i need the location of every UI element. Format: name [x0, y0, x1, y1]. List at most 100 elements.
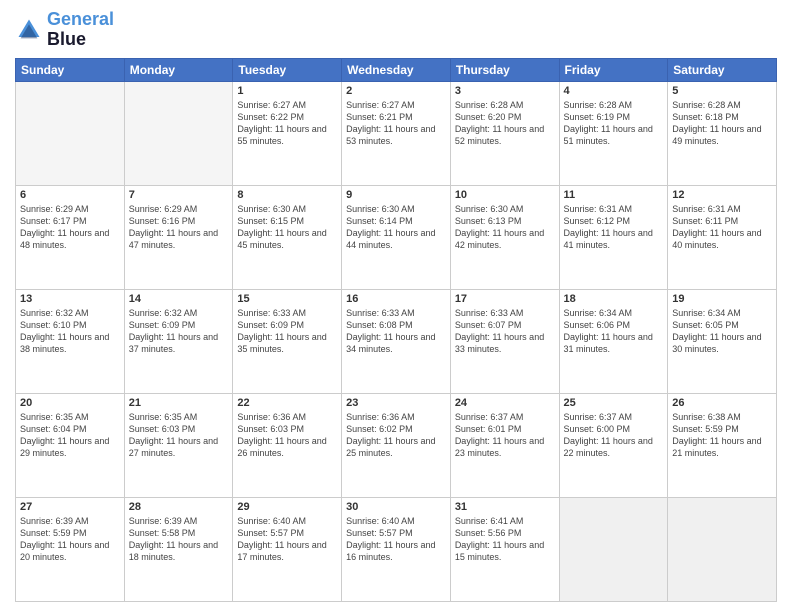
logo-text: General Blue [47, 10, 114, 50]
calendar-cell: 3 Sunrise: 6:28 AMSunset: 6:20 PMDaylight… [450, 81, 559, 185]
day-number: 8 [237, 189, 337, 201]
calendar-cell: 25 Sunrise: 6:37 AMSunset: 6:00 PMDayligh… [559, 393, 668, 497]
calendar-cell: 23Sunrise: 6:36 AMSunset: 6:02 PMDayligh… [342, 393, 451, 497]
day-number: 17 [455, 293, 555, 305]
calendar-cell: 16 Sunrise: 6:33 AMSunset: 6:08 PMDayligh… [342, 289, 451, 393]
day-info: Sunrise: 6:38 AMSunset: 5:59 PMDaylight:… [672, 411, 772, 460]
calendar-cell: 1Sunrise: 6:27 AMSunset: 6:22 PMDaylight… [233, 81, 342, 185]
calendar-cell [124, 81, 233, 185]
day-number: 31 [455, 501, 555, 513]
day-number: 13 [20, 293, 120, 305]
day-info: Sunrise: 6:37 AMSunset: 6:00 PMDaylight:… [564, 411, 664, 460]
day-number: 22 [237, 397, 337, 409]
calendar-week-3: 13 Sunrise: 6:32 AMSunset: 6:10 PMDayligh… [16, 289, 777, 393]
weekday-header-tuesday: Tuesday [233, 58, 342, 81]
day-number: 1 [237, 85, 337, 97]
calendar-cell: 12 Sunrise: 6:31 AMSunset: 6:11 PMDayligh… [668, 185, 777, 289]
day-number: 2 [346, 85, 446, 97]
day-number: 18 [564, 293, 664, 305]
day-info: Sunrise: 6:33 AMSunset: 6:07 PMDaylight:… [455, 307, 555, 356]
calendar-cell [668, 497, 777, 601]
day-info: Sunrise: 6:31 AMSunset: 6:11 PMDaylight:… [672, 203, 772, 252]
calendar-cell: 29 Sunrise: 6:40 AMSunset: 5:57 PMDayligh… [233, 497, 342, 601]
day-number: 29 [237, 501, 337, 513]
weekday-header-wednesday: Wednesday [342, 58, 451, 81]
day-number: 3 [455, 85, 555, 97]
calendar-cell: 19Sunrise: 6:34 AMSunset: 6:05 PMDayligh… [668, 289, 777, 393]
day-info: Sunrise: 6:37 AMSunset: 6:01 PMDaylight:… [455, 411, 555, 460]
calendar-cell: 10Sunrise: 6:30 AMSunset: 6:13 PMDayligh… [450, 185, 559, 289]
day-number: 27 [20, 501, 120, 513]
day-number: 14 [129, 293, 229, 305]
day-number: 28 [129, 501, 229, 513]
day-number: 15 [237, 293, 337, 305]
calendar-cell: 21 Sunrise: 6:35 AMSunset: 6:03 PMDayligh… [124, 393, 233, 497]
day-info: Sunrise: 6:28 AMSunset: 6:18 PMDaylight:… [672, 99, 772, 148]
calendar-cell: 13 Sunrise: 6:32 AMSunset: 6:10 PMDayligh… [16, 289, 125, 393]
calendar-cell: 6 Sunrise: 6:29 AMSunset: 6:17 PMDaylight… [16, 185, 125, 289]
day-number: 20 [20, 397, 120, 409]
calendar-week-5: 27Sunrise: 6:39 AMSunset: 5:59 PMDayligh… [16, 497, 777, 601]
day-info: Sunrise: 6:34 AMSunset: 6:05 PMDaylight:… [672, 307, 772, 356]
calendar-cell: 24 Sunrise: 6:37 AMSunset: 6:01 PMDayligh… [450, 393, 559, 497]
weekday-header-sunday: Sunday [16, 58, 125, 81]
day-info: Sunrise: 6:30 AMSunset: 6:15 PMDaylight:… [237, 203, 337, 252]
calendar-cell: 4 Sunrise: 6:28 AMSunset: 6:19 PMDaylight… [559, 81, 668, 185]
day-info: Sunrise: 6:35 AMSunset: 6:04 PMDaylight:… [20, 411, 120, 460]
day-number: 5 [672, 85, 772, 97]
day-number: 7 [129, 189, 229, 201]
calendar-cell: 14 Sunrise: 6:32 AMSunset: 6:09 PMDayligh… [124, 289, 233, 393]
day-info: Sunrise: 6:33 AMSunset: 6:09 PMDaylight:… [237, 307, 337, 356]
day-number: 11 [564, 189, 664, 201]
day-number: 4 [564, 85, 664, 97]
day-info: Sunrise: 6:30 AMSunset: 6:14 PMDaylight:… [346, 203, 446, 252]
calendar-cell: 11 Sunrise: 6:31 AMSunset: 6:12 PMDayligh… [559, 185, 668, 289]
day-info: Sunrise: 6:31 AMSunset: 6:12 PMDaylight:… [564, 203, 664, 252]
page-header: General Blue [15, 10, 777, 50]
calendar-cell: 28 Sunrise: 6:39 AMSunset: 5:58 PMDayligh… [124, 497, 233, 601]
day-number: 16 [346, 293, 446, 305]
weekday-header-thursday: Thursday [450, 58, 559, 81]
day-info: Sunrise: 6:40 AMSunset: 5:57 PMDaylight:… [237, 515, 337, 564]
calendar-week-1: 1Sunrise: 6:27 AMSunset: 6:22 PMDaylight… [16, 81, 777, 185]
day-number: 12 [672, 189, 772, 201]
calendar-cell [16, 81, 125, 185]
calendar-cell: 18Sunrise: 6:34 AMSunset: 6:06 PMDayligh… [559, 289, 668, 393]
calendar-cell: 9Sunrise: 6:30 AMSunset: 6:14 PMDaylight… [342, 185, 451, 289]
day-info: Sunrise: 6:41 AMSunset: 5:56 PMDaylight:… [455, 515, 555, 564]
calendar-cell: 26 Sunrise: 6:38 AMSunset: 5:59 PMDayligh… [668, 393, 777, 497]
day-info: Sunrise: 6:35 AMSunset: 6:03 PMDaylight:… [129, 411, 229, 460]
calendar-cell: 7 Sunrise: 6:29 AMSunset: 6:16 PMDaylight… [124, 185, 233, 289]
calendar-cell: 30 Sunrise: 6:40 AMSunset: 5:57 PMDayligh… [342, 497, 451, 601]
day-number: 25 [564, 397, 664, 409]
calendar-week-4: 20 Sunrise: 6:35 AMSunset: 6:04 PMDayligh… [16, 393, 777, 497]
calendar-cell: 20 Sunrise: 6:35 AMSunset: 6:04 PMDayligh… [16, 393, 125, 497]
day-info: Sunrise: 6:28 AMSunset: 6:19 PMDaylight:… [564, 99, 664, 148]
logo-icon [15, 16, 43, 44]
day-info: Sunrise: 6:27 AMSunset: 6:21 PMDaylight:… [346, 99, 446, 148]
day-number: 24 [455, 397, 555, 409]
day-info: Sunrise: 6:36 AMSunset: 6:03 PMDaylight:… [237, 411, 337, 460]
day-number: 21 [129, 397, 229, 409]
day-info: Sunrise: 6:32 AMSunset: 6:09 PMDaylight:… [129, 307, 229, 356]
calendar-cell: 27Sunrise: 6:39 AMSunset: 5:59 PMDayligh… [16, 497, 125, 601]
day-info: Sunrise: 6:32 AMSunset: 6:10 PMDaylight:… [20, 307, 120, 356]
day-number: 6 [20, 189, 120, 201]
calendar-cell: 17 Sunrise: 6:33 AMSunset: 6:07 PMDayligh… [450, 289, 559, 393]
calendar-table: SundayMondayTuesdayWednesdayThursdayFrid… [15, 58, 777, 602]
weekday-header-monday: Monday [124, 58, 233, 81]
day-info: Sunrise: 6:29 AMSunset: 6:17 PMDaylight:… [20, 203, 120, 252]
page-container: General Blue SundayMondayTuesdayWednesda… [0, 0, 792, 612]
day-number: 10 [455, 189, 555, 201]
day-info: Sunrise: 6:40 AMSunset: 5:57 PMDaylight:… [346, 515, 446, 564]
weekday-header-friday: Friday [559, 58, 668, 81]
day-info: Sunrise: 6:33 AMSunset: 6:08 PMDaylight:… [346, 307, 446, 356]
day-info: Sunrise: 6:28 AMSunset: 6:20 PMDaylight:… [455, 99, 555, 148]
calendar-cell: 5 Sunrise: 6:28 AMSunset: 6:18 PMDaylight… [668, 81, 777, 185]
calendar-cell: 2 Sunrise: 6:27 AMSunset: 6:21 PMDaylight… [342, 81, 451, 185]
day-info: Sunrise: 6:29 AMSunset: 6:16 PMDaylight:… [129, 203, 229, 252]
day-number: 26 [672, 397, 772, 409]
day-number: 30 [346, 501, 446, 513]
day-info: Sunrise: 6:39 AMSunset: 5:58 PMDaylight:… [129, 515, 229, 564]
calendar-week-2: 6 Sunrise: 6:29 AMSunset: 6:17 PMDaylight… [16, 185, 777, 289]
